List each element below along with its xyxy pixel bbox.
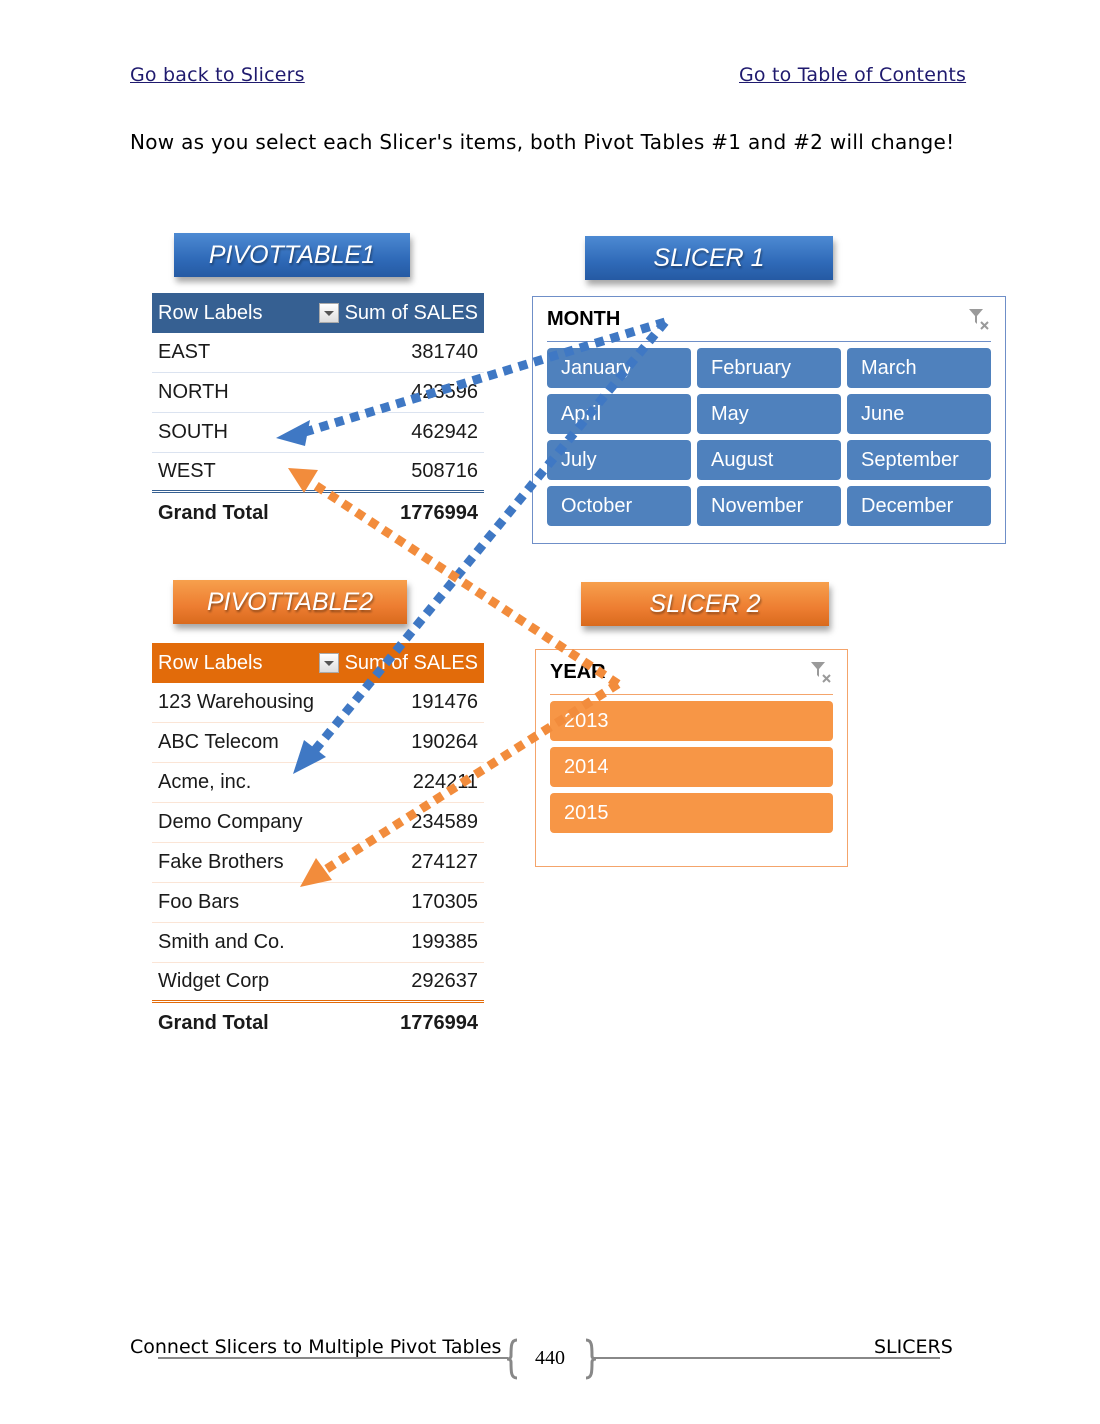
table-row: SOUTH 462942 (152, 413, 484, 453)
row-value: 234589 (411, 811, 478, 833)
row-value: 423596 (411, 381, 478, 403)
row-label: Widget Corp (158, 970, 270, 992)
slicer-item[interactable]: September (847, 440, 991, 480)
pivottable2: Row Labels Sum of SALES 123 Warehousing 1… (152, 643, 484, 1043)
row-value: 199385 (411, 931, 478, 953)
slicer-item[interactable]: October (547, 486, 691, 526)
row-label: Fake Brothers (158, 851, 284, 873)
row-value: 224211 (412, 771, 478, 793)
clear-filter-icon[interactable] (967, 307, 991, 331)
pivottable1-banner: PIVOTTABLE1 (174, 233, 410, 277)
slicer-item[interactable]: 2014 (550, 747, 833, 787)
slicer1-banner: SLICER 1 (585, 236, 833, 280)
row-value: 462942 (411, 421, 478, 443)
footer-rule-left (158, 1357, 508, 1359)
sum-of-sales-header: Sum of SALES (344, 651, 478, 674)
row-label: Acme, inc. (158, 771, 252, 793)
table-row: WEST 508716 (152, 453, 484, 493)
pivottable1: Row Labels Sum of SALES EAST 381740 NORTH… (152, 293, 484, 533)
footer-section: SLICERS (874, 1336, 953, 1358)
row-label: EAST (158, 341, 211, 363)
table-row: Widget Corp 292637 (152, 963, 484, 1003)
row-label: 123 Warehousing (158, 691, 315, 713)
go-to-toc-link[interactable]: Go to Table of Contents (739, 64, 966, 86)
row-value: 170305 (411, 891, 478, 913)
table-row: NORTH 423596 (152, 373, 484, 413)
slicer-item[interactable]: December (847, 486, 991, 526)
sum-of-sales-header: Sum of SALES (344, 301, 478, 324)
grand-total-value: 1776994 (400, 1011, 478, 1034)
slicer-item[interactable]: April (547, 394, 691, 434)
row-label: NORTH (158, 381, 229, 403)
slicer-item[interactable]: June (847, 394, 991, 434)
page-number: 440 (535, 1347, 565, 1369)
row-label: SOUTH (158, 421, 228, 443)
slicer-item[interactable]: February (697, 348, 841, 388)
table-row: ABC Telecom 190264 (152, 723, 484, 763)
slicer-item[interactable]: March (847, 348, 991, 388)
footer-chapter-title: Connect Slicers to Multiple Pivot Tables (130, 1336, 502, 1358)
pivottable2-header: Row Labels Sum of SALES (152, 643, 484, 683)
pivottable2-banner: PIVOTTABLE2 (173, 580, 407, 624)
slicer-item[interactable]: July (547, 440, 691, 480)
slicer-item[interactable]: August (697, 440, 841, 480)
slicer-item[interactable]: May (697, 394, 841, 434)
table-row: Foo Bars 170305 (152, 883, 484, 923)
pivottable1-header: Row Labels Sum of SALES (152, 293, 484, 333)
row-labels-header: Row Labels (158, 651, 263, 674)
row-label: WEST (158, 460, 216, 482)
filter-dropdown-icon[interactable] (318, 303, 339, 323)
slicer-item[interactable]: November (697, 486, 841, 526)
grand-total-value: 1776994 (400, 501, 478, 524)
table-row: 123 Warehousing 191476 (152, 683, 484, 723)
table-row: Acme, inc. 224211 (152, 763, 484, 803)
slicer-month-title: MONTH (547, 307, 621, 330)
slicer-month-items: January February March April May June July Augu… (547, 348, 991, 526)
table-row: EAST 381740 (152, 333, 484, 373)
row-label: Demo Company (158, 811, 303, 833)
slicer2-banner: SLICER 2 (581, 582, 829, 626)
row-value: 292637 (411, 970, 478, 992)
table-row: Smith and Co. 199385 (152, 923, 484, 963)
slicer-year: YEAR 2013 2014 2015 (535, 649, 848, 867)
slicer-month: MONTH January February March April May June Ju… (532, 296, 1006, 544)
row-value: 274127 (411, 851, 478, 873)
row-label: Smith and Co. (158, 931, 285, 953)
grand-total-label: Grand Total (158, 501, 269, 524)
slicer-year-items: 2013 2014 2015 (550, 701, 833, 833)
slicer-item[interactable]: 2013 (550, 701, 833, 741)
go-back-to-slicers-link[interactable]: Go back to Slicers (130, 64, 305, 86)
row-label: ABC Telecom (158, 731, 279, 753)
row-value: 190264 (411, 731, 478, 753)
row-value: 191476 (411, 691, 478, 713)
slicer-year-title: YEAR (550, 660, 606, 683)
slicer-item[interactable]: 2015 (550, 793, 833, 833)
row-labels-header: Row Labels (158, 301, 263, 324)
filter-dropdown-icon[interactable] (318, 653, 339, 673)
clear-filter-icon[interactable] (809, 660, 833, 684)
grand-total-row: Grand Total 1776994 (152, 493, 484, 533)
table-row: Demo Company 234589 (152, 803, 484, 843)
row-value: 508716 (411, 460, 478, 482)
left-brace-icon (506, 1338, 518, 1380)
grand-total-label: Grand Total (158, 1011, 269, 1034)
row-label: Foo Bars (158, 891, 240, 913)
intro-text: Now as you select each Slicer's items, b… (130, 130, 955, 154)
row-value: 381740 (411, 341, 478, 363)
slicer-item[interactable]: January (547, 348, 691, 388)
grand-total-row: Grand Total 1776994 (152, 1003, 484, 1043)
table-row: Fake Brothers 274127 (152, 843, 484, 883)
right-brace-icon (585, 1338, 597, 1380)
